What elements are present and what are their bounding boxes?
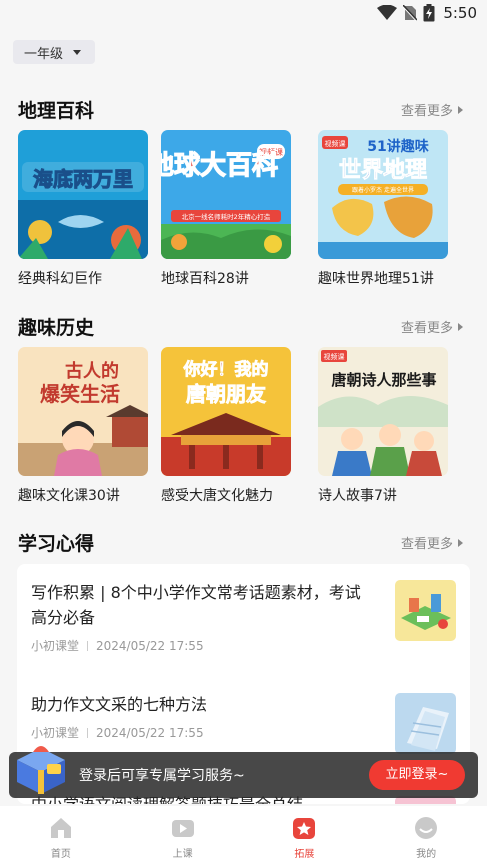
course-cover: 视频课 地球大百科 北京一线名师耗时2年精心打造 bbox=[161, 130, 291, 259]
tab-expand[interactable]: 拓展 bbox=[244, 806, 366, 865]
login-button[interactable]: 立即登录~ bbox=[369, 760, 465, 790]
tab-label: 上课 bbox=[172, 849, 193, 860]
cover-badge: 视频课 bbox=[325, 139, 346, 148]
geography-see-more-link[interactable]: 查看更多 bbox=[401, 100, 463, 119]
cover-title-line: 唐朝朋友 bbox=[186, 382, 266, 406]
course-card-label: 趣味文化课30讲 bbox=[18, 488, 120, 504]
course-card-label: 诗人故事7讲 bbox=[318, 488, 397, 504]
course-cover: 古人的 爆笑生活 bbox=[18, 347, 148, 476]
cover-title-line: 古人的 bbox=[65, 360, 119, 382]
bottom-tab-bar: 首页 上课 拓展 我的 bbox=[0, 806, 487, 865]
article-source: 小初课堂 bbox=[31, 726, 80, 740]
course-cover: 海底两万里 bbox=[18, 130, 148, 259]
course-card-geography-3[interactable]: 视频课 51讲趣味 世界地理 跟着小罗杰 走遍全世界 趣味世界地理51讲 bbox=[318, 130, 448, 288]
article-source: 小初课堂 bbox=[31, 639, 80, 653]
article-meta: 小初课堂 2024/05/22 17:55 bbox=[31, 724, 204, 741]
status-icons: 5:50 bbox=[377, 4, 477, 22]
battery-charging-icon bbox=[423, 4, 435, 22]
course-card-label: 趣味世界地理51讲 bbox=[318, 271, 434, 287]
cover-subtitle: 北京一线名师耗时2年精心打造 bbox=[182, 212, 271, 221]
see-more-label: 查看更多 bbox=[400, 104, 453, 119]
meta-divider bbox=[87, 727, 89, 738]
history-see-more-link[interactable]: 查看更多 bbox=[401, 317, 463, 336]
article-title-line: 写作积累 | 8个中小学作文常考话题素材，考试 bbox=[31, 583, 361, 602]
status-bar: 5:50 bbox=[0, 0, 487, 28]
course-cover: 你好！我的 唐朝朋友 bbox=[161, 347, 291, 476]
article-time: 2024/05/22 17:55 bbox=[96, 725, 204, 740]
section-title-geography: 地理百科 bbox=[18, 100, 95, 122]
cover-title-line: 你好！我的 bbox=[183, 359, 269, 380]
article-title-line: 助力作文文采的七种方法 bbox=[31, 695, 208, 714]
tab-class[interactable]: 上课 bbox=[122, 806, 244, 865]
see-more-label: 查看更多 bbox=[400, 321, 453, 336]
course-card-history-2[interactable]: 你好！我的 唐朝朋友 感受大唐文化魅力 bbox=[161, 347, 291, 505]
cover-badge: 视频课 bbox=[324, 352, 345, 361]
article-thumbnail bbox=[395, 580, 456, 641]
cover-title: 世界地理 bbox=[339, 158, 427, 183]
course-cover: 视频课 唐朝诗人那些事 bbox=[318, 347, 448, 476]
caret-right-icon bbox=[458, 538, 463, 547]
gift-box-icon bbox=[17, 746, 65, 794]
course-card-label: 感受大唐文化魅力 bbox=[161, 488, 273, 504]
section-title-history: 趣味历史 bbox=[18, 317, 95, 339]
course-card-history-1[interactable]: 古人的 爆笑生活 趣味文化课30讲 bbox=[18, 347, 148, 505]
cover-subtitle: 跟着小罗杰 走遍全世界 bbox=[352, 186, 414, 194]
cover-title: 海底两万里 bbox=[33, 167, 133, 191]
grade-selector[interactable]: 一年级 bbox=[13, 40, 95, 64]
course-card-history-3[interactable]: 视频课 唐朝诗人那些事 诗人故事7讲 bbox=[318, 347, 448, 505]
cover-title-line: 地球大百科 bbox=[161, 151, 278, 181]
article-title-line: 高分必备 bbox=[31, 608, 96, 627]
star-icon bbox=[293, 818, 316, 839]
home-icon bbox=[50, 818, 71, 838]
caret-right-icon bbox=[458, 105, 463, 114]
login-banner: 登录后可享专属学习服务~ 立即登录~ bbox=[9, 746, 478, 798]
see-more-label: 查看更多 bbox=[400, 537, 453, 552]
video-icon bbox=[171, 820, 194, 837]
tab-label: 首页 bbox=[50, 849, 71, 860]
article-item-2[interactable]: 助力作文文采的七种方法 小初课堂 2024/05/22 17:55 bbox=[17, 676, 470, 756]
course-card-label: 地球百科28讲 bbox=[161, 271, 249, 287]
study-see-more-link[interactable]: 查看更多 bbox=[401, 533, 463, 552]
course-card-geography-2[interactable]: 视频课 地球大百科 北京一线名师耗时2年精心打造 地球百科28讲 bbox=[161, 130, 291, 288]
tab-label: 我的 bbox=[416, 849, 437, 860]
cover-title: 唐朝诗人那些事 bbox=[331, 371, 436, 389]
no-sim-icon bbox=[403, 5, 418, 21]
status-time: 5:50 bbox=[443, 4, 477, 22]
course-card-label: 经典科幻巨作 bbox=[18, 271, 102, 287]
wifi-icon bbox=[377, 5, 398, 20]
caret-down-icon bbox=[73, 49, 82, 55]
course-cover: 视频课 51讲趣味 世界地理 跟着小罗杰 走遍全世界 bbox=[318, 130, 448, 259]
cover-title-line: 爆笑生活 bbox=[40, 382, 120, 406]
cover-top-text: 51讲趣味 bbox=[367, 138, 428, 155]
article-time: 2024/05/22 17:55 bbox=[96, 638, 204, 653]
tab-label: 拓展 bbox=[294, 849, 315, 860]
caret-right-icon bbox=[458, 322, 463, 331]
profile-icon bbox=[415, 817, 438, 839]
meta-divider bbox=[87, 640, 89, 651]
article-thumbnail bbox=[395, 693, 456, 754]
course-card-geography-1[interactable]: 海底两万里 经典科幻巨作 bbox=[18, 130, 148, 288]
article-meta: 小初课堂 2024/05/22 17:55 bbox=[31, 637, 204, 654]
login-prompt-text: 登录后可享专属学习服务~ bbox=[79, 768, 245, 784]
tab-profile[interactable]: 我的 bbox=[365, 806, 487, 865]
grade-selector-value: 一年级 bbox=[24, 46, 64, 62]
tab-home[interactable]: 首页 bbox=[0, 806, 122, 865]
article-item-1[interactable]: 写作积累 | 8个中小学作文常考话题素材，考试 高分必备 小初课堂 2024/0… bbox=[17, 564, 470, 672]
section-title-study: 学习心得 bbox=[18, 533, 95, 555]
